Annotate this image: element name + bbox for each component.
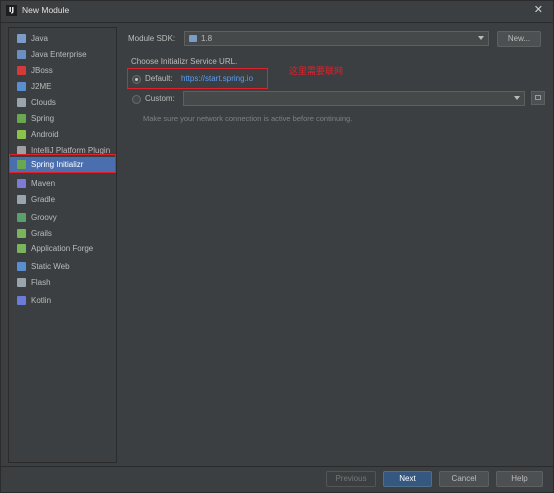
j2me-icon: [17, 82, 26, 91]
sidebar-item-label: JBoss: [31, 66, 53, 75]
java-ee-icon: [17, 50, 26, 59]
maven-icon: [17, 179, 26, 188]
sidebar-item-jboss[interactable]: JBoss: [10, 63, 116, 78]
groovy-icon: [17, 213, 26, 222]
sidebar-item-maven[interactable]: Maven: [10, 176, 116, 191]
sidebar-item-java[interactable]: Java: [10, 31, 116, 46]
window-title: New Module: [22, 5, 70, 15]
next-button[interactable]: Next: [383, 471, 432, 487]
cancel-button[interactable]: Cancel: [439, 471, 489, 487]
sidebar-item-spring[interactable]: Spring: [10, 111, 116, 126]
sidebar-item-static-web[interactable]: Static Web: [10, 259, 116, 274]
annotation-highlight-default-url: [127, 68, 268, 89]
sidebar-item-clouds[interactable]: Clouds: [10, 95, 116, 110]
title-bar: IJ New Module ✕: [1, 1, 553, 23]
spring-icon: [17, 114, 26, 123]
chevron-down-icon: [478, 36, 484, 40]
chevron-down-icon: [514, 96, 520, 100]
sidebar-item-label: Gradle: [31, 195, 56, 204]
footer-separator: [1, 466, 553, 467]
sidebar-item-label: Java Enterprise: [31, 50, 87, 59]
annotation-note: 这里需要联网: [289, 67, 344, 77]
flash-icon: [17, 278, 26, 287]
jboss-icon: [17, 66, 26, 75]
intellij-icon: IJ: [6, 5, 17, 16]
sidebar-item-label: Spring: [31, 114, 55, 123]
new-sdk-button[interactable]: New...: [497, 31, 541, 47]
sidebar-item-flash[interactable]: Flash: [10, 275, 116, 290]
sidebar-item-label: Java: [31, 34, 48, 43]
sidebar-item-groovy[interactable]: Groovy: [10, 210, 116, 225]
sidebar-item-label: Application Forge: [31, 244, 94, 253]
sidebar-item-grails[interactable]: Grails: [10, 226, 116, 241]
sidebar-item-android[interactable]: Android: [10, 127, 116, 142]
sdk-folder-icon: [189, 35, 197, 42]
previous-button[interactable]: Previous: [326, 471, 376, 487]
sidebar-item-label: Maven: [31, 179, 56, 188]
folder-icon: [17, 34, 26, 43]
sidebar-item-label: Kotlin: [31, 296, 52, 305]
sidebar-item-application-forge[interactable]: Application Forge: [10, 241, 116, 256]
sidebar-item-label: J2ME: [31, 82, 52, 91]
module-sdk-label: Module SDK:: [128, 34, 176, 43]
sidebar-item-j2me[interactable]: J2ME: [10, 79, 116, 94]
sidebar-item-java-enterprise[interactable]: Java Enterprise: [10, 47, 116, 62]
sidebar-item-kotlin[interactable]: Kotlin: [10, 293, 116, 308]
sidebar-item-label: Groovy: [31, 213, 57, 222]
custom-url-input[interactable]: [183, 91, 525, 106]
browse-icon: [535, 95, 541, 100]
sidebar-item-label: Grails: [31, 229, 52, 238]
new-module-dialog: IJ New Module ✕ Java Java Enterprise JBoss…: [0, 0, 554, 493]
service-url-heading: Choose Initializr Service URL.: [131, 57, 238, 66]
annotation-highlight-spring-initializr: [9, 154, 116, 173]
close-icon[interactable]: ✕: [534, 3, 543, 16]
sidebar-item-label: Clouds: [31, 98, 56, 107]
kotlin-icon: [17, 296, 26, 305]
application-forge-icon: [17, 244, 26, 253]
custom-label: Custom:: [145, 94, 175, 103]
static-web-icon: [17, 262, 26, 271]
module-sdk-value: 1.8: [201, 34, 213, 43]
module-sdk-dropdown[interactable]: 1.8: [184, 31, 489, 46]
grails-icon: [17, 229, 26, 238]
sidebar-item-label: Static Web: [31, 262, 70, 271]
clouds-icon: [17, 98, 26, 107]
sidebar-item-label: Android: [31, 130, 59, 139]
gradle-icon: [17, 195, 26, 204]
sidebar-item-gradle[interactable]: Gradle: [10, 192, 116, 207]
sidebar-item-label: Flash: [31, 278, 51, 287]
custom-url-radio[interactable]: [132, 95, 141, 104]
module-type-list: Java Java Enterprise JBoss J2ME Clouds Spring…: [8, 27, 117, 463]
browse-button[interactable]: [531, 91, 545, 105]
network-hint: Make sure your network connection is act…: [143, 114, 353, 123]
android-icon: [17, 130, 26, 139]
help-button[interactable]: Help: [496, 471, 543, 487]
